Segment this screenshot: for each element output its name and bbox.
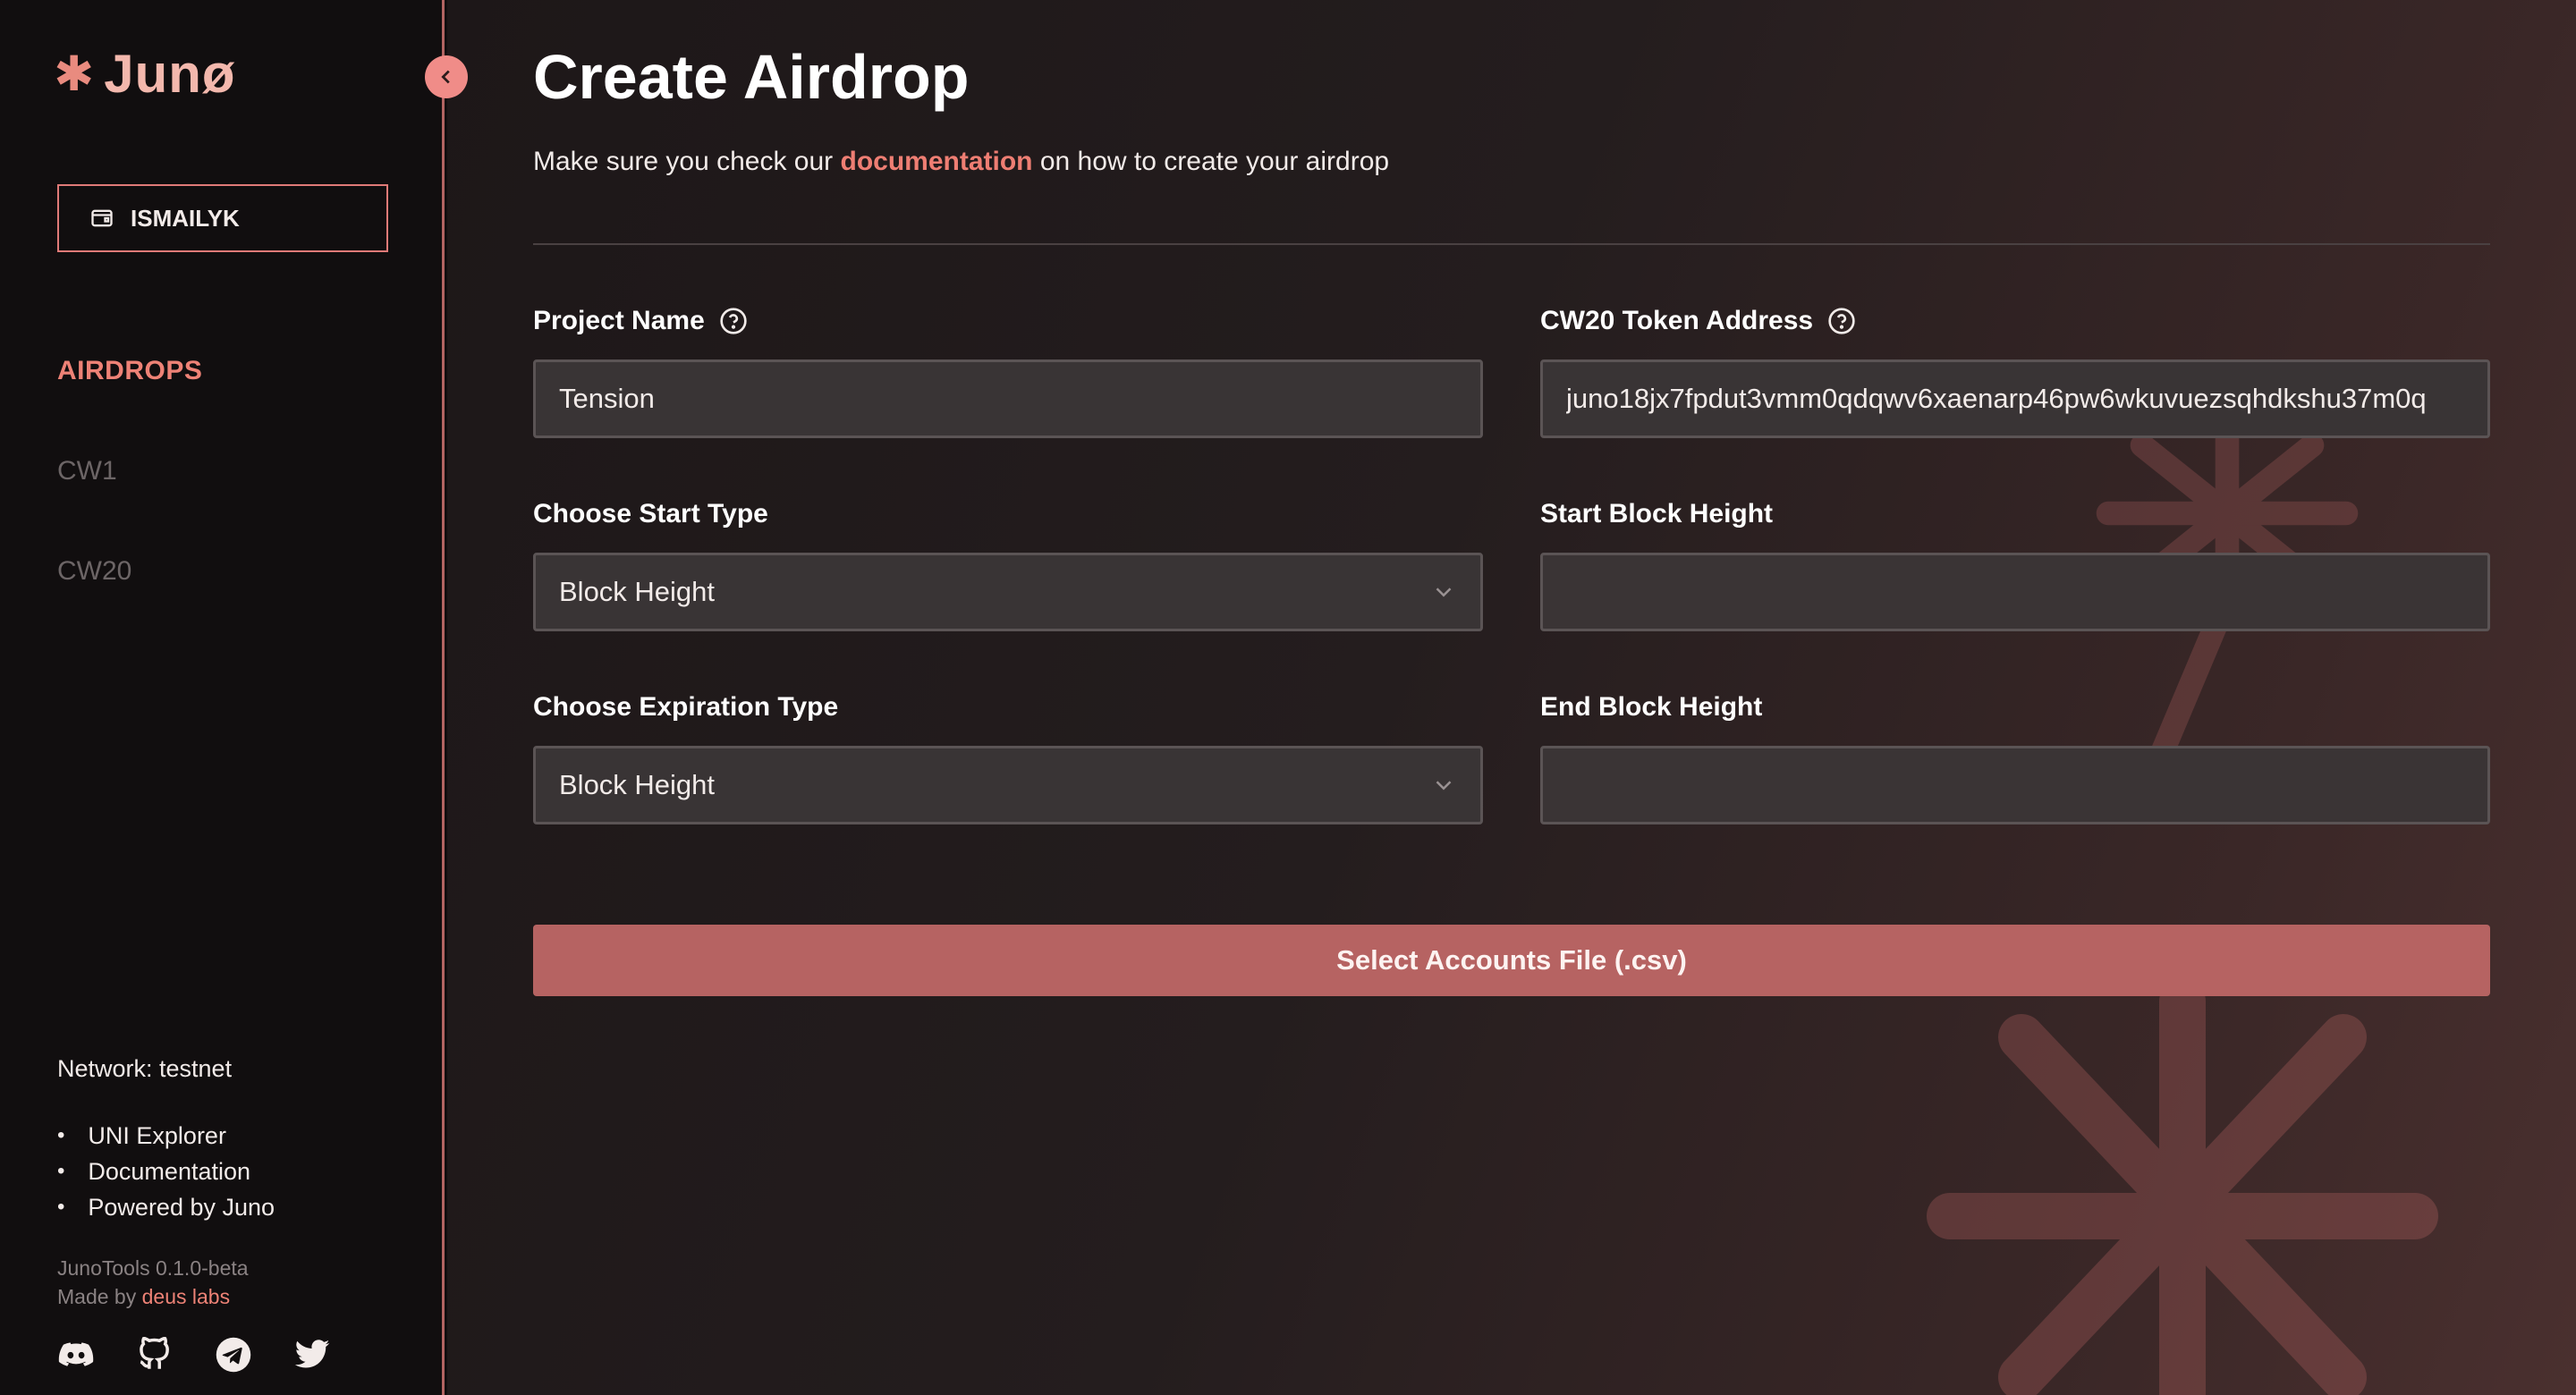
footer-links: UNI Explorer Documentation Powered by Ju…: [57, 1118, 275, 1225]
subtitle-prefix: Make sure you check our: [533, 147, 834, 176]
link-uni-explorer[interactable]: UNI Explorer: [57, 1118, 275, 1154]
page-subtitle: Make sure you check our documentation on…: [533, 147, 1389, 177]
version-text: JunoTools 0.1.0-beta: [57, 1256, 249, 1280]
end-height-label: End Block Height: [1540, 692, 1762, 723]
expiration-type-select[interactable]: Block Height: [533, 746, 1483, 824]
sidebar-item-cw20[interactable]: CW20: [57, 556, 131, 587]
wallet-icon: [91, 209, 113, 227]
made-by-prefix: Made by: [57, 1285, 137, 1308]
subtitle-suffix: on how to create your airdrop: [1039, 147, 1390, 176]
expiration-type-label: Choose Expiration Type: [533, 692, 838, 723]
help-icon[interactable]: [1827, 307, 1856, 335]
logo-text: Junø: [104, 44, 236, 104]
page-title: Create Airdrop: [533, 42, 970, 112]
end-height-label-text: End Block Height: [1540, 692, 1763, 722]
start-type-label-text: Choose Start Type: [533, 499, 768, 528]
link-documentation[interactable]: Documentation: [57, 1154, 275, 1189]
divider: [533, 243, 2490, 245]
project-name-input[interactable]: Tension: [533, 359, 1483, 438]
chevron-left-icon: [441, 70, 450, 84]
deus-labs-link[interactable]: deus labs: [142, 1285, 230, 1308]
start-type-select[interactable]: Block Height: [533, 553, 1483, 631]
made-by: Made by deus labs: [57, 1282, 249, 1311]
main-content: Create Airdrop Make sure you check our d…: [447, 0, 2576, 1395]
token-address-label: CW20 Token Address: [1540, 306, 1856, 336]
telegram-icon[interactable]: [215, 1336, 252, 1374]
sidebar-item-cw1[interactable]: CW1: [57, 456, 117, 486]
discord-icon[interactable]: [57, 1336, 95, 1374]
start-height-label: Start Block Height: [1540, 499, 1773, 529]
sidebar: ✱ Junø ISMAILYK AIRDROPS CW1 CW20 Networ…: [0, 0, 445, 1395]
project-name-label: Project Name: [533, 306, 748, 336]
help-icon[interactable]: [719, 307, 748, 335]
start-type-value: Block Height: [559, 576, 716, 607]
token-address-value: juno18jx7fpdut3vmm0qdqwv6xaenarp46pw6wku…: [1566, 383, 2427, 414]
end-height-input[interactable]: [1540, 746, 2490, 824]
token-address-label-text: CW20 Token Address: [1540, 306, 1814, 335]
juno-logo[interactable]: ✱ Junø: [54, 43, 236, 105]
network-status: Network: testnet: [57, 1055, 233, 1082]
select-csv-button[interactable]: Select Accounts File (.csv): [533, 925, 2490, 996]
version-info: JunoTools 0.1.0-beta Made by deus labs: [57, 1254, 249, 1311]
background-decoration-large-icon: [1927, 978, 2438, 1395]
github-icon[interactable]: [136, 1336, 174, 1374]
wallet-label: ISMAILYK: [131, 204, 240, 232]
expiration-type-value: Block Height: [559, 769, 716, 800]
project-name-label-text: Project Name: [533, 306, 705, 335]
chevron-down-icon: [1436, 781, 1452, 790]
sidebar-item-airdrops[interactable]: AIRDROPS: [57, 356, 202, 386]
chevron-down-icon: [1436, 588, 1452, 597]
documentation-link[interactable]: documentation: [841, 147, 1033, 176]
twitter-icon[interactable]: [293, 1336, 331, 1374]
wallet-button[interactable]: ISMAILYK: [57, 184, 388, 252]
project-name-value: Tension: [559, 383, 655, 414]
social-links: [57, 1336, 331, 1374]
token-address-input[interactable]: juno18jx7fpdut3vmm0qdqwv6xaenarp46pw6wku…: [1540, 359, 2490, 438]
start-height-label-text: Start Block Height: [1540, 499, 1774, 528]
start-height-input[interactable]: [1540, 553, 2490, 631]
expiration-type-label-text: Choose Expiration Type: [533, 692, 839, 722]
collapse-sidebar-button[interactable]: [425, 55, 468, 98]
link-powered-by-juno[interactable]: Powered by Juno: [57, 1189, 275, 1225]
juno-star-icon: ✱: [54, 47, 96, 101]
start-type-label: Choose Start Type: [533, 499, 768, 529]
